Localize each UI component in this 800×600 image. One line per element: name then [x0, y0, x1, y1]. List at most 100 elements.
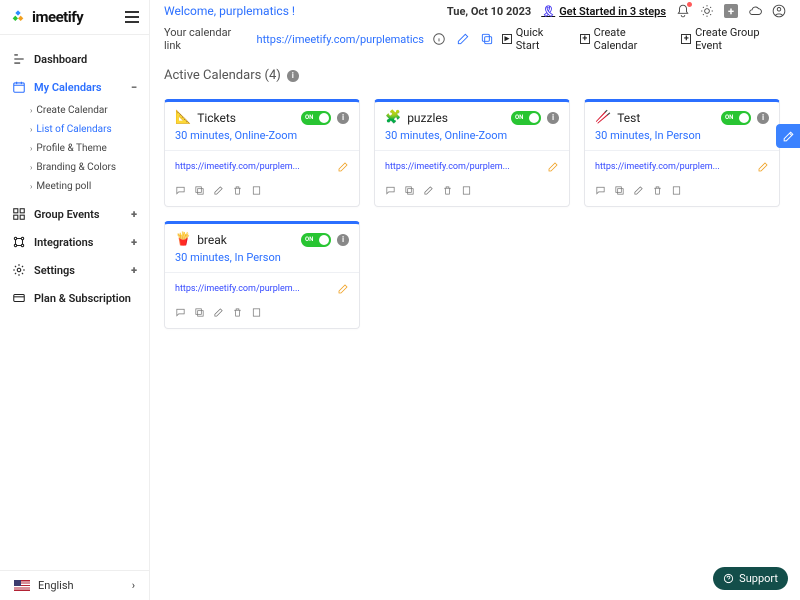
copy-link-icon[interactable]	[480, 32, 494, 46]
chevron-right-icon: ›	[30, 106, 32, 115]
sidebar-item-label: Settings	[34, 264, 75, 277]
calendar-url[interactable]: https://imeetify.com/purplem...	[175, 284, 331, 294]
quick-start-button[interactable]: ▸ Quick Start	[502, 26, 568, 52]
delete-icon[interactable]	[232, 307, 243, 318]
delete-icon[interactable]	[652, 185, 663, 196]
edit-icon[interactable]	[757, 161, 769, 173]
calendar-url[interactable]: https://imeetify.com/purplem...	[385, 162, 541, 172]
copy-icon[interactable]	[194, 307, 205, 318]
theme-toggle-icon[interactable]	[700, 4, 714, 18]
group-icon	[12, 207, 26, 221]
calendar-cards: 📐 Tickets ON i 30 minutes, Online-Zoom h…	[150, 89, 800, 339]
toggle-on-label: ON	[305, 236, 313, 243]
notification-bell-icon[interactable]	[676, 4, 690, 18]
sidebar-item-plan-subscription[interactable]: Plan & Subscription	[0, 284, 149, 312]
menu-toggle-icon[interactable]	[125, 11, 139, 23]
calendar-url[interactable]: https://imeetify.com/purplem...	[175, 162, 331, 172]
get-started-link[interactable]: 🎗 Get Started in 3 steps	[541, 5, 666, 18]
submenu-create-calendar[interactable]: ›Create Calendar	[22, 101, 149, 120]
section-title: Active Calendars (4) i	[150, 62, 800, 89]
submenu-meeting-poll[interactable]: ›Meeting poll	[22, 177, 149, 196]
edit-icon[interactable]	[337, 161, 349, 173]
info-icon[interactable]: i	[757, 112, 769, 124]
expand-icon[interactable]: +	[131, 208, 137, 221]
sidebar-item-my-calendars[interactable]: My Calendars −	[0, 73, 149, 101]
sidebar: imeetify Dashboard My Calendars − ›Creat…	[0, 0, 150, 600]
calendar-subtitle: 30 minutes, Online-Zoom	[375, 129, 569, 150]
create-group-event-button[interactable]: +Create Group Event	[681, 26, 786, 52]
profile-icon[interactable]	[772, 4, 786, 18]
calendar-name[interactable]: Tickets	[197, 111, 295, 125]
share-icon[interactable]	[213, 307, 224, 318]
dashboard-icon	[12, 52, 26, 66]
logo-row: imeetify	[0, 0, 149, 35]
status-toggle[interactable]: ON	[721, 111, 751, 125]
delete-icon[interactable]	[232, 185, 243, 196]
expand-icon[interactable]: +	[131, 264, 137, 277]
create-calendar-button[interactable]: +Create Calendar	[580, 26, 669, 52]
card-actions	[165, 183, 359, 200]
floating-edit-button[interactable]	[776, 124, 800, 148]
calendar-name[interactable]: puzzles	[407, 111, 505, 125]
calendar-link-url[interactable]: https://imeetify.com/purplematics	[257, 33, 424, 46]
sidebar-item-dashboard[interactable]: Dashboard	[0, 45, 149, 73]
share-icon[interactable]	[213, 185, 224, 196]
quick-start-label: Quick Start	[516, 26, 568, 52]
calendar-card: 🥢 Test ON i 30 minutes, In Person https:…	[584, 99, 780, 207]
language-selector[interactable]: English ›	[0, 570, 149, 600]
copy-icon[interactable]	[404, 185, 415, 196]
delete-icon[interactable]	[442, 185, 453, 196]
plus-icon: ▸	[502, 34, 512, 44]
chat-icon[interactable]	[175, 185, 186, 196]
edit-link-icon[interactable]	[456, 32, 470, 46]
calendar-card: 🍟 break ON i 30 minutes, In Person https…	[164, 221, 360, 329]
topbar-row2: Your calendar link https://imeetify.com/…	[164, 18, 786, 62]
status-toggle[interactable]: ON	[301, 111, 331, 125]
sidebar-item-group-events[interactable]: Group Events +	[0, 200, 149, 228]
sidebar-item-integrations[interactable]: Integrations +	[0, 228, 149, 256]
share-icon[interactable]	[633, 185, 644, 196]
card-header: 🧩 puzzles ON i	[375, 102, 569, 129]
brand-name: imeetify	[32, 8, 83, 26]
embed-icon[interactable]	[251, 185, 262, 196]
submenu-profile-theme[interactable]: ›Profile & Theme	[22, 139, 149, 158]
support-button[interactable]: Support	[713, 567, 788, 590]
add-new-icon[interactable]: +	[724, 4, 738, 18]
chat-icon[interactable]	[385, 185, 396, 196]
info-icon[interactable]: i	[287, 70, 299, 82]
top-icons: +	[676, 4, 786, 18]
status-toggle[interactable]: ON	[301, 233, 331, 247]
cloud-icon[interactable]	[748, 4, 762, 18]
sidebar-item-settings[interactable]: Settings +	[0, 256, 149, 284]
info-icon[interactable]	[432, 32, 446, 46]
chat-icon[interactable]	[595, 185, 606, 196]
calendar-name[interactable]: Test	[617, 111, 715, 125]
submenu-branding-colors[interactable]: ›Branding & Colors	[22, 158, 149, 177]
chat-icon[interactable]	[175, 307, 186, 318]
info-icon[interactable]: i	[547, 112, 559, 124]
calendar-url[interactable]: https://imeetify.com/purplem...	[595, 162, 751, 172]
welcome-text: Welcome, purplematics !	[164, 4, 295, 18]
submenu-list-of-calendars[interactable]: ›List of Calendars	[22, 120, 149, 139]
calendar-icon	[12, 80, 26, 94]
embed-icon[interactable]	[251, 307, 262, 318]
sidebar-item-label: Group Events	[34, 208, 100, 221]
embed-icon[interactable]	[461, 185, 472, 196]
edit-icon[interactable]	[337, 283, 349, 295]
status-toggle[interactable]: ON	[511, 111, 541, 125]
expand-icon[interactable]: +	[131, 236, 137, 249]
current-date: Tue, Oct 10 2023	[447, 5, 531, 18]
info-icon[interactable]: i	[337, 112, 349, 124]
share-icon[interactable]	[423, 185, 434, 196]
edit-icon[interactable]	[547, 161, 559, 173]
info-icon[interactable]: i	[337, 234, 349, 246]
collapse-icon[interactable]: −	[131, 81, 137, 94]
ribbon-icon: 🎗	[541, 5, 555, 18]
calendar-name[interactable]: break	[197, 233, 295, 247]
copy-icon[interactable]	[614, 185, 625, 196]
copy-icon[interactable]	[194, 185, 205, 196]
card-link-row: https://imeetify.com/purplem...	[165, 150, 359, 183]
embed-icon[interactable]	[671, 185, 682, 196]
content-area: Active Calendars (4) i 📐 Tickets ON i 30…	[150, 62, 800, 600]
topbar: Welcome, purplematics ! Tue, Oct 10 2023…	[150, 0, 800, 62]
